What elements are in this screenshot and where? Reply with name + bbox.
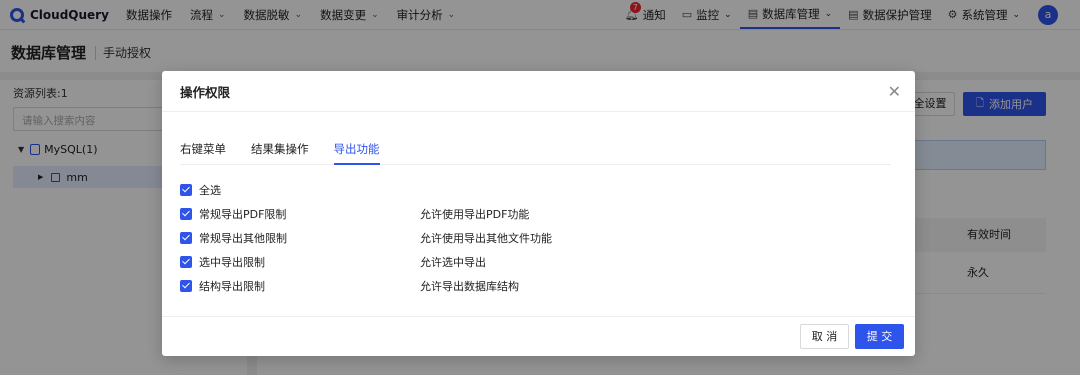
permission-row[interactable]: 选中导出限制 允许选中导出: [180, 250, 552, 274]
select-all-row[interactable]: 全选: [180, 178, 552, 202]
permission-desc: 允许选中导出: [420, 256, 486, 269]
operation-permission-modal: 操作权限 ✕ 右键菜单 结果集操作 导出功能 全选 常规导出PDF限制 允许使用…: [162, 71, 915, 356]
select-all-label: 全选: [199, 184, 221, 197]
permission-label: 结构导出限制: [199, 280, 265, 293]
permission-row[interactable]: 常规导出其他限制 允许使用导出其他文件功能: [180, 226, 552, 250]
tab-result-set-ops[interactable]: 结果集操作: [251, 131, 309, 165]
select-all-checkbox[interactable]: [180, 184, 192, 196]
modal-title: 操作权限: [180, 84, 231, 100]
permission-desc: 允许使用导出PDF功能: [420, 208, 530, 221]
permission-checkbox[interactable]: [180, 280, 192, 292]
permission-list: 全选 常规导出PDF限制 允许使用导出PDF功能 常规导出其他限制 允许使用导出…: [180, 178, 552, 298]
permission-tabs: 右键菜单 结果集操作 导出功能: [180, 131, 891, 165]
cancel-button[interactable]: 取 消: [800, 324, 849, 349]
permission-row[interactable]: 结构导出限制 允许导出数据库结构: [180, 274, 552, 298]
permission-label: 常规导出PDF限制: [199, 208, 287, 221]
submit-button[interactable]: 提 交: [855, 324, 904, 349]
permission-checkbox[interactable]: [180, 256, 192, 268]
permission-desc: 允许使用导出其他文件功能: [420, 232, 552, 245]
permission-checkbox[interactable]: [180, 208, 192, 220]
permission-label: 选中导出限制: [199, 256, 265, 269]
modal-header: 操作权限 ✕: [162, 71, 915, 112]
permission-checkbox[interactable]: [180, 232, 192, 244]
close-icon[interactable]: ✕: [888, 82, 901, 101]
tab-context-menu[interactable]: 右键菜单: [180, 131, 226, 165]
permission-row[interactable]: 常规导出PDF限制 允许使用导出PDF功能: [180, 202, 552, 226]
permission-label: 常规导出其他限制: [199, 232, 287, 245]
tab-export-functions[interactable]: 导出功能: [333, 131, 380, 165]
permission-desc: 允许导出数据库结构: [420, 280, 519, 293]
